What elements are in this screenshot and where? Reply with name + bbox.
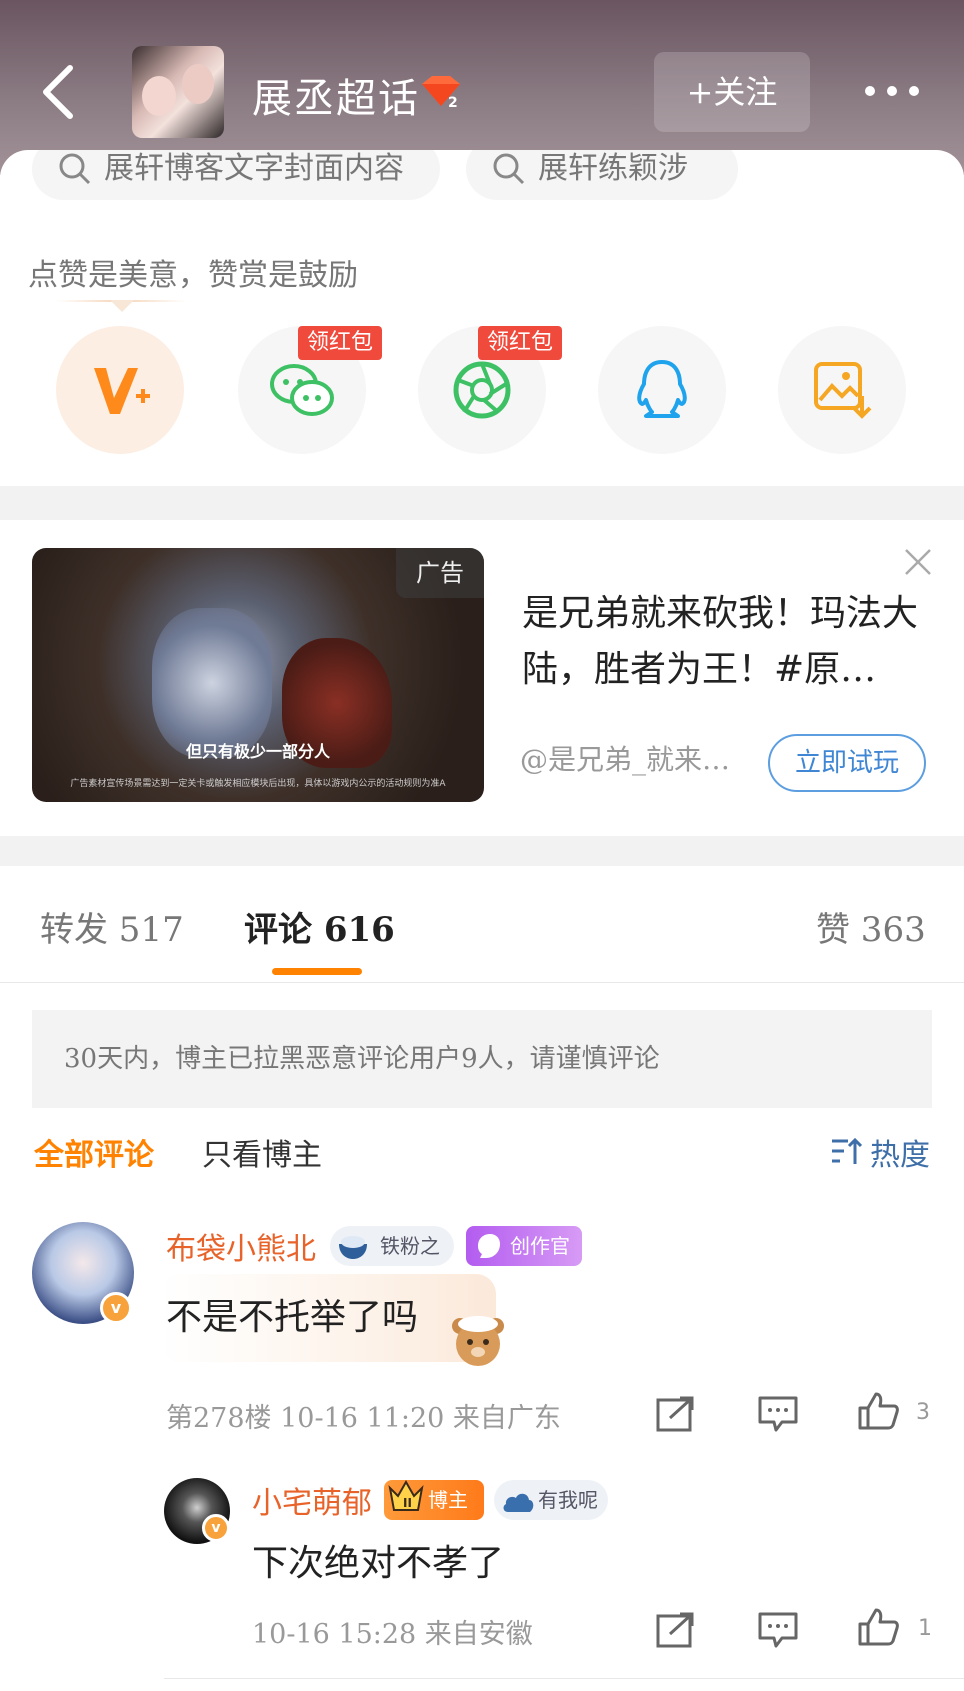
ad-label: 广告	[396, 548, 484, 598]
qq-share-button[interactable]	[598, 326, 726, 454]
caption-pointer	[110, 300, 134, 312]
search-suggestion-text: 展轩练颖涉	[538, 151, 688, 186]
back-arrow-icon[interactable]	[36, 62, 80, 122]
ad-fine-print: 广告素材宣传场景需达到一定关卡或触发相应模块后出现，具体以游戏内公示的活动规则为…	[70, 779, 446, 789]
save-image-icon	[814, 362, 872, 419]
comment-username[interactable]: 布袋小熊北	[166, 1224, 316, 1268]
section-gap	[0, 836, 964, 866]
verified-icon: v	[202, 1514, 230, 1542]
ad-author[interactable]: @是兄弟_就来…	[520, 738, 730, 778]
like-count: 1	[918, 1616, 932, 1641]
svg-text:II: II	[403, 1496, 412, 1510]
tab-likes[interactable]: 赞 363	[816, 902, 926, 951]
follow-button[interactable]: +关注	[654, 52, 810, 132]
topic-avatar[interactable]	[132, 46, 224, 138]
sort-label: 热度	[870, 1138, 930, 1173]
ad-card[interactable]: 广告 但只有极少一部分人 广告素材宣传场景需达到一定关卡或触发相应模块后出现，具…	[0, 520, 964, 836]
author-badge: II 博主	[384, 1479, 484, 1520]
reward-caption: 点赞是美意，赞赏是鼓励	[28, 258, 358, 293]
search-icon	[59, 153, 91, 185]
creator-badge[interactable]: 创作官	[466, 1226, 582, 1266]
try-play-button[interactable]: 立即试玩	[768, 734, 926, 792]
comment-meta: 第278楼 10-16 11:20 来自广东	[166, 1403, 561, 1434]
bowl-icon	[339, 1236, 367, 1259]
red-packet-tag: 领红包	[298, 326, 382, 360]
like-count: 3	[916, 1400, 930, 1425]
ad-video-thumbnail[interactable]: 广告 但只有极少一部分人 广告素材宣传场景需达到一定关卡或触发相应模块后出现，具…	[32, 548, 484, 802]
filter-author-only[interactable]: 只看博主	[202, 1130, 322, 1174]
search-suggestion-1[interactable]: 展轩博客文字封面内容	[32, 150, 440, 200]
author-badge-label: 博主	[428, 1488, 468, 1512]
comment-text: 不是不托举了吗	[166, 1297, 419, 1338]
comment-icon[interactable]	[756, 1610, 800, 1650]
rank-gem-icon: 2	[422, 76, 460, 110]
reply-text: 下次绝对不孝了	[252, 1543, 505, 1584]
verified-icon: v	[100, 1292, 132, 1324]
filter-all-comments[interactable]: 全部评论	[34, 1130, 154, 1174]
wechat-icon	[270, 364, 334, 416]
active-tab-indicator	[272, 968, 362, 975]
divider	[164, 1678, 964, 1679]
tab-comments[interactable]: 评论 616	[244, 902, 395, 951]
creator-icon	[478, 1234, 500, 1258]
blocked-users-notice: 30天内，博主已拉黑恶意评论用户9人，请谨慎评论	[32, 1010, 932, 1108]
share-icon[interactable]	[654, 1394, 698, 1434]
save-image-button[interactable]	[778, 326, 906, 454]
ad-title[interactable]: 是兄弟就来砍我！玛法大陆，胜者为王！#原…	[522, 586, 922, 698]
fan-badge[interactable]: 铁粉之女	[330, 1226, 454, 1298]
vplus-button[interactable]	[56, 326, 184, 454]
reply-username[interactable]: 小宅萌郁	[252, 1478, 372, 1522]
fan-badge-label: 有我呢	[538, 1488, 598, 1512]
header-bar: 展丞超话 2 +关注	[0, 0, 964, 175]
crown-icon: II	[388, 1479, 424, 1511]
more-icon[interactable]	[862, 84, 922, 98]
ad-video-subtitle: 但只有极少一部分人	[185, 742, 330, 761]
reply-meta: 10-16 15:28 来自安徽	[252, 1619, 533, 1650]
cloud-icon	[503, 1493, 534, 1512]
like-icon[interactable]	[856, 1390, 900, 1430]
search-suggestion-2[interactable]: 展轩练颖涉	[466, 150, 738, 200]
moments-icon	[453, 361, 511, 419]
topic-title[interactable]: 展丞超话	[252, 66, 420, 124]
comment-icon[interactable]	[756, 1394, 800, 1434]
rank-level-text: 2	[448, 95, 458, 110]
share-icon[interactable]	[654, 1610, 698, 1650]
sort-icon	[832, 1137, 862, 1164]
divider	[0, 982, 964, 983]
search-suggestion-text: 展轩博客文字封面内容	[104, 151, 404, 186]
reward-card: 展轩博客文字封面内容 展轩练颖涉 点赞是美意，赞赏是鼓励 领红包 领红包	[0, 150, 964, 486]
red-packet-tag: 领红包	[478, 326, 562, 360]
vplus-icon	[94, 368, 150, 414]
tab-reposts[interactable]: 转发 517	[40, 902, 184, 951]
search-icon	[493, 153, 525, 185]
creator-badge-label: 创作官	[510, 1234, 570, 1258]
like-icon[interactable]	[856, 1606, 900, 1646]
close-icon[interactable]	[900, 544, 936, 580]
fan-badge[interactable]: 有我呢	[494, 1480, 608, 1520]
bear-sticker-icon	[452, 1316, 504, 1366]
section-gap	[0, 486, 964, 520]
qq-icon	[637, 360, 687, 418]
